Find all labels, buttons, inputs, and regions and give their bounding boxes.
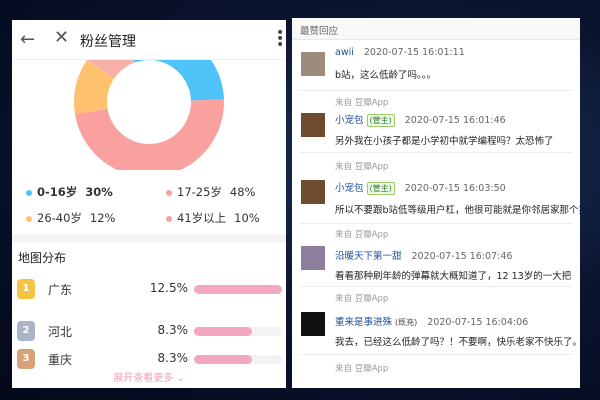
comment-time: 2020-07-15 16:04:06 — [427, 317, 529, 328]
region-section-title: 地图分布 — [18, 251, 67, 265]
legend-percent: 12% — [89, 211, 116, 225]
close-icon[interactable]: ✕ — [54, 27, 69, 48]
comment-username[interactable]: 沿暖天下第一甜 — [335, 251, 402, 262]
legend-dot-icon — [166, 215, 172, 222]
comment-meta: 重来是事进殊 (既充) 2020-07-15 16:04:06 — [335, 314, 528, 328]
expand-more-label: 展开查看更多 — [113, 373, 174, 384]
region-bar-fill — [194, 285, 282, 294]
user-avatar[interactable] — [301, 246, 325, 270]
comment-divider — [300, 90, 572, 91]
region-name: 重庆 — [48, 353, 73, 367]
user-avatar[interactable] — [301, 312, 325, 336]
comment-source: 来自 豆瓣App — [335, 364, 389, 374]
age-donut-chart — [74, 60, 224, 170]
user-badge: (既充) — [395, 318, 418, 327]
user-badge: (管主) — [366, 182, 395, 195]
fan-management-panel: ← ✕ 粉丝管理 • • • 0-16岁 30% 17-25岁 48% 26-40岁 12… — [12, 20, 286, 388]
legend-dot-icon — [26, 189, 32, 196]
legend-percent: 10% — [234, 211, 260, 225]
comment-source: 来自 豆瓣App — [335, 230, 389, 240]
region-row: 2 河北 8.3% — [12, 317, 286, 347]
legend-percent: 48% — [229, 185, 256, 199]
legend-percent: 30% — [85, 185, 113, 199]
region-bar-fill — [194, 327, 253, 336]
region-bar-track — [194, 327, 282, 336]
legend-label: 0-16岁 — [37, 185, 78, 199]
age-legend-item: 17-25岁 48% — [166, 184, 255, 200]
expand-more-button[interactable]: 展开查看更多 ⌄ — [12, 369, 286, 384]
comment-text: 另外我在小孩子都是小学初中就学编程吗？太恐怖了 — [335, 136, 554, 147]
user-avatar[interactable] — [301, 180, 325, 204]
back-arrow-icon[interactable]: ← — [20, 29, 35, 50]
region-row: 1 广东 12.5% — [12, 275, 286, 305]
comment-meta: 小宠包 (管主) 2020-07-15 16:01:46 — [335, 112, 506, 127]
age-legend-item: 41岁以上 10% — [166, 210, 260, 226]
comment-time: 2020-07-15 16:07:46 — [411, 251, 513, 262]
region-name: 河北 — [48, 325, 73, 339]
legend-label: 41岁以上 — [177, 211, 227, 225]
comment-source: 来自 豆瓣App — [335, 162, 389, 172]
section-divider — [12, 234, 286, 242]
comment-meta: 沿暖天下第一甜 2020-07-15 16:07:46 — [335, 248, 512, 262]
region-percent: 12.5% — [149, 281, 188, 295]
comment-divider — [300, 286, 572, 287]
region-bar-fill — [194, 355, 253, 364]
age-legend-item: 26-40岁 12% — [26, 210, 115, 226]
rank-badge-icon: 2 — [17, 321, 35, 341]
page-title: 粉丝管理 — [80, 34, 136, 50]
comment-meta: awii 2020-07-15 16:01:11 — [335, 47, 465, 58]
more-options-icon[interactable]: • • • — [276, 26, 284, 52]
donut-slice — [133, 60, 224, 101]
comment-username[interactable]: 小宠包 — [335, 183, 364, 194]
comment-divider — [300, 223, 572, 224]
comment-divider — [300, 152, 572, 153]
age-legend-item: 0-16岁 30% — [26, 184, 113, 200]
comment-text: 看看那种刷年龄的弹幕就大概知道了，12 13岁的一大把 — [335, 271, 572, 282]
comment-username[interactable]: 重来是事进殊 — [335, 317, 392, 328]
comment-time: 2020-07-15 16:03:50 — [404, 183, 506, 194]
comment-username[interactable]: awii — [335, 47, 354, 58]
region-percent: 8.3% — [157, 323, 189, 337]
header-bar: ← ✕ 粉丝管理 • • • — [12, 20, 286, 60]
legend-dot-icon — [166, 189, 172, 196]
legend-dot-icon — [26, 215, 32, 222]
top-replies-panel: 最赞回应 awii 2020-07-15 16:01:11 b站，这么低龄了吗。。… — [292, 18, 580, 388]
legend-label: 17-25岁 — [177, 185, 222, 199]
user-badge: (管主) — [366, 114, 395, 127]
comment-time: 2020-07-15 16:01:11 — [363, 47, 465, 58]
user-avatar[interactable] — [301, 52, 325, 76]
region-bar-track — [194, 285, 282, 294]
comment-text: 我去，已经这么低龄了吗？！不要啊，快乐老家不快乐了。 — [335, 337, 580, 348]
comment-username[interactable]: 小宠包 — [335, 115, 364, 126]
rank-badge-icon: 3 — [17, 349, 35, 369]
top-replies-heading: 最赞回应 — [292, 18, 580, 40]
comment-divider — [300, 354, 572, 355]
comment-time: 2020-07-15 16:01:46 — [404, 115, 506, 126]
legend-label: 26-40岁 — [37, 211, 82, 225]
comment-text: b站，这么低龄了吗。。。 — [335, 70, 437, 81]
region-percent: 8.3% — [157, 351, 189, 365]
comment-text: 所以不要跟b站低等级用户杠，他很可能就是你邻居家那个拔打的小孩子 — [335, 205, 580, 216]
rank-badge-icon: 1 — [17, 279, 35, 299]
comment-source: 来自 豆瓣App — [335, 294, 389, 304]
region-name: 广东 — [48, 283, 73, 297]
region-bar-track — [194, 355, 282, 364]
comment-meta: 小宠包 (管主) 2020-07-15 16:03:50 — [335, 180, 506, 195]
comment-source: 来自 豆瓣App — [335, 98, 389, 108]
chevron-down-icon: ⌄ — [176, 373, 185, 384]
user-avatar[interactable] — [301, 113, 325, 137]
